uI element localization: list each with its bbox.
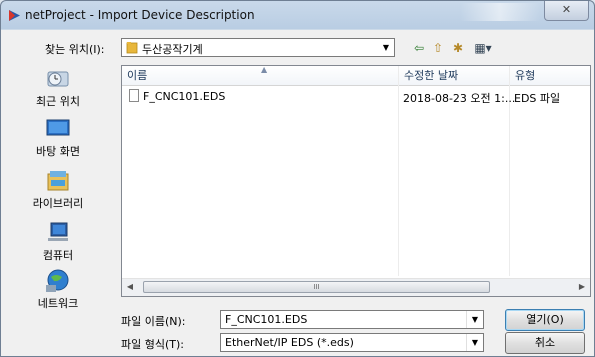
scrollbar-thumb[interactable]: III — [143, 281, 490, 293]
place-recent[interactable]: 최근 위치 — [2, 66, 114, 118]
file-name: F_CNC101.EDS — [143, 90, 226, 103]
chevron-down-icon[interactable]: ▼ — [466, 311, 483, 328]
up-folder-icon[interactable]: ⇧ — [430, 39, 446, 57]
netproject-app-icon — [9, 10, 20, 21]
scroll-right-icon[interactable]: ▶ — [574, 279, 590, 295]
look-in-dropdown[interactable]: 두산공작기계 ▼ — [121, 38, 395, 57]
file-type-label: 파일 형식(T): — [121, 338, 184, 351]
file-list[interactable]: 이름 ▲ 수정한 날짜 유형 F_CNC101.EDS 2018-08-23 오… — [121, 65, 591, 297]
chevron-down-icon[interactable]: ▼ — [466, 334, 483, 351]
desktop-icon — [46, 119, 70, 136]
place-label: 네트워크 — [37, 297, 79, 310]
chevron-down-icon[interactable]: ▼ — [378, 39, 394, 56]
libraries-icon — [47, 171, 69, 191]
window-title: netProject - Import Device Description — [25, 8, 255, 22]
column-header-type[interactable]: 유형 — [510, 66, 590, 86]
recent-places-icon — [47, 71, 69, 87]
place-desktop[interactable]: 바탕 화면 — [2, 116, 114, 168]
file-name-value: F_CNC101.EDS — [225, 313, 308, 326]
horizontal-scrollbar[interactable]: ◀ III ▶ — [122, 278, 590, 296]
close-button[interactable]: ✕ — [544, 1, 589, 21]
look-in-value: 두산공작기계 — [142, 43, 203, 56]
place-label: 컴퓨터 — [42, 249, 74, 262]
dialog-body: 찾는 위치(I): 두산공작기계 ▼ ⇦ ⇧ ✱ ▦▾ 최근 위치 바탕 화면 … — [1, 30, 594, 356]
place-label: 최근 위치 — [36, 95, 80, 108]
column-header-modified[interactable]: 수정한 날짜 — [399, 66, 510, 86]
place-network[interactable]: 네트워크 — [2, 268, 114, 320]
title-bar[interactable]: netProject - Import Device Description ✕ — [1, 1, 594, 29]
back-icon[interactable]: ⇦ — [411, 39, 427, 57]
file-type-dropdown[interactable]: EtherNet/IP EDS (*.eds) ▼ — [220, 333, 484, 352]
places-bar: 최근 위치 바탕 화면 라이브러리 컴퓨터 네트워크 — [2, 66, 114, 310]
file-type-value: EtherNet/IP EDS (*.eds) — [225, 336, 354, 349]
file-name-input[interactable]: F_CNC101.EDS ▼ — [220, 310, 484, 329]
file-name-label: 파일 이름(N): — [121, 315, 186, 328]
new-folder-icon[interactable]: ✱ — [450, 39, 466, 57]
sort-ascending-icon: ▲ — [261, 65, 268, 74]
place-label: 라이브러리 — [32, 197, 84, 210]
look-in-label: 찾는 위치(I): — [45, 43, 105, 56]
open-button[interactable]: 열기(O) — [505, 309, 585, 331]
computer-icon — [48, 222, 68, 241]
folder-icon — [126, 42, 138, 54]
import-dialog: netProject - Import Device Description ✕… — [0, 0, 595, 357]
file-modified: 2018-08-23 오전 1:... — [403, 92, 516, 105]
view-menu-icon[interactable]: ▦▾ — [471, 39, 495, 57]
file-type: EDS 파일 — [514, 92, 561, 105]
cancel-button[interactable]: 취소 — [505, 332, 585, 354]
file-icon — [129, 89, 139, 102]
scroll-left-icon[interactable]: ◀ — [122, 279, 138, 295]
place-libraries[interactable]: 라이브러리 — [2, 168, 114, 220]
place-label: 바탕 화면 — [36, 145, 80, 158]
network-icon — [46, 269, 69, 292]
place-computer[interactable]: 컴퓨터 — [2, 220, 114, 272]
